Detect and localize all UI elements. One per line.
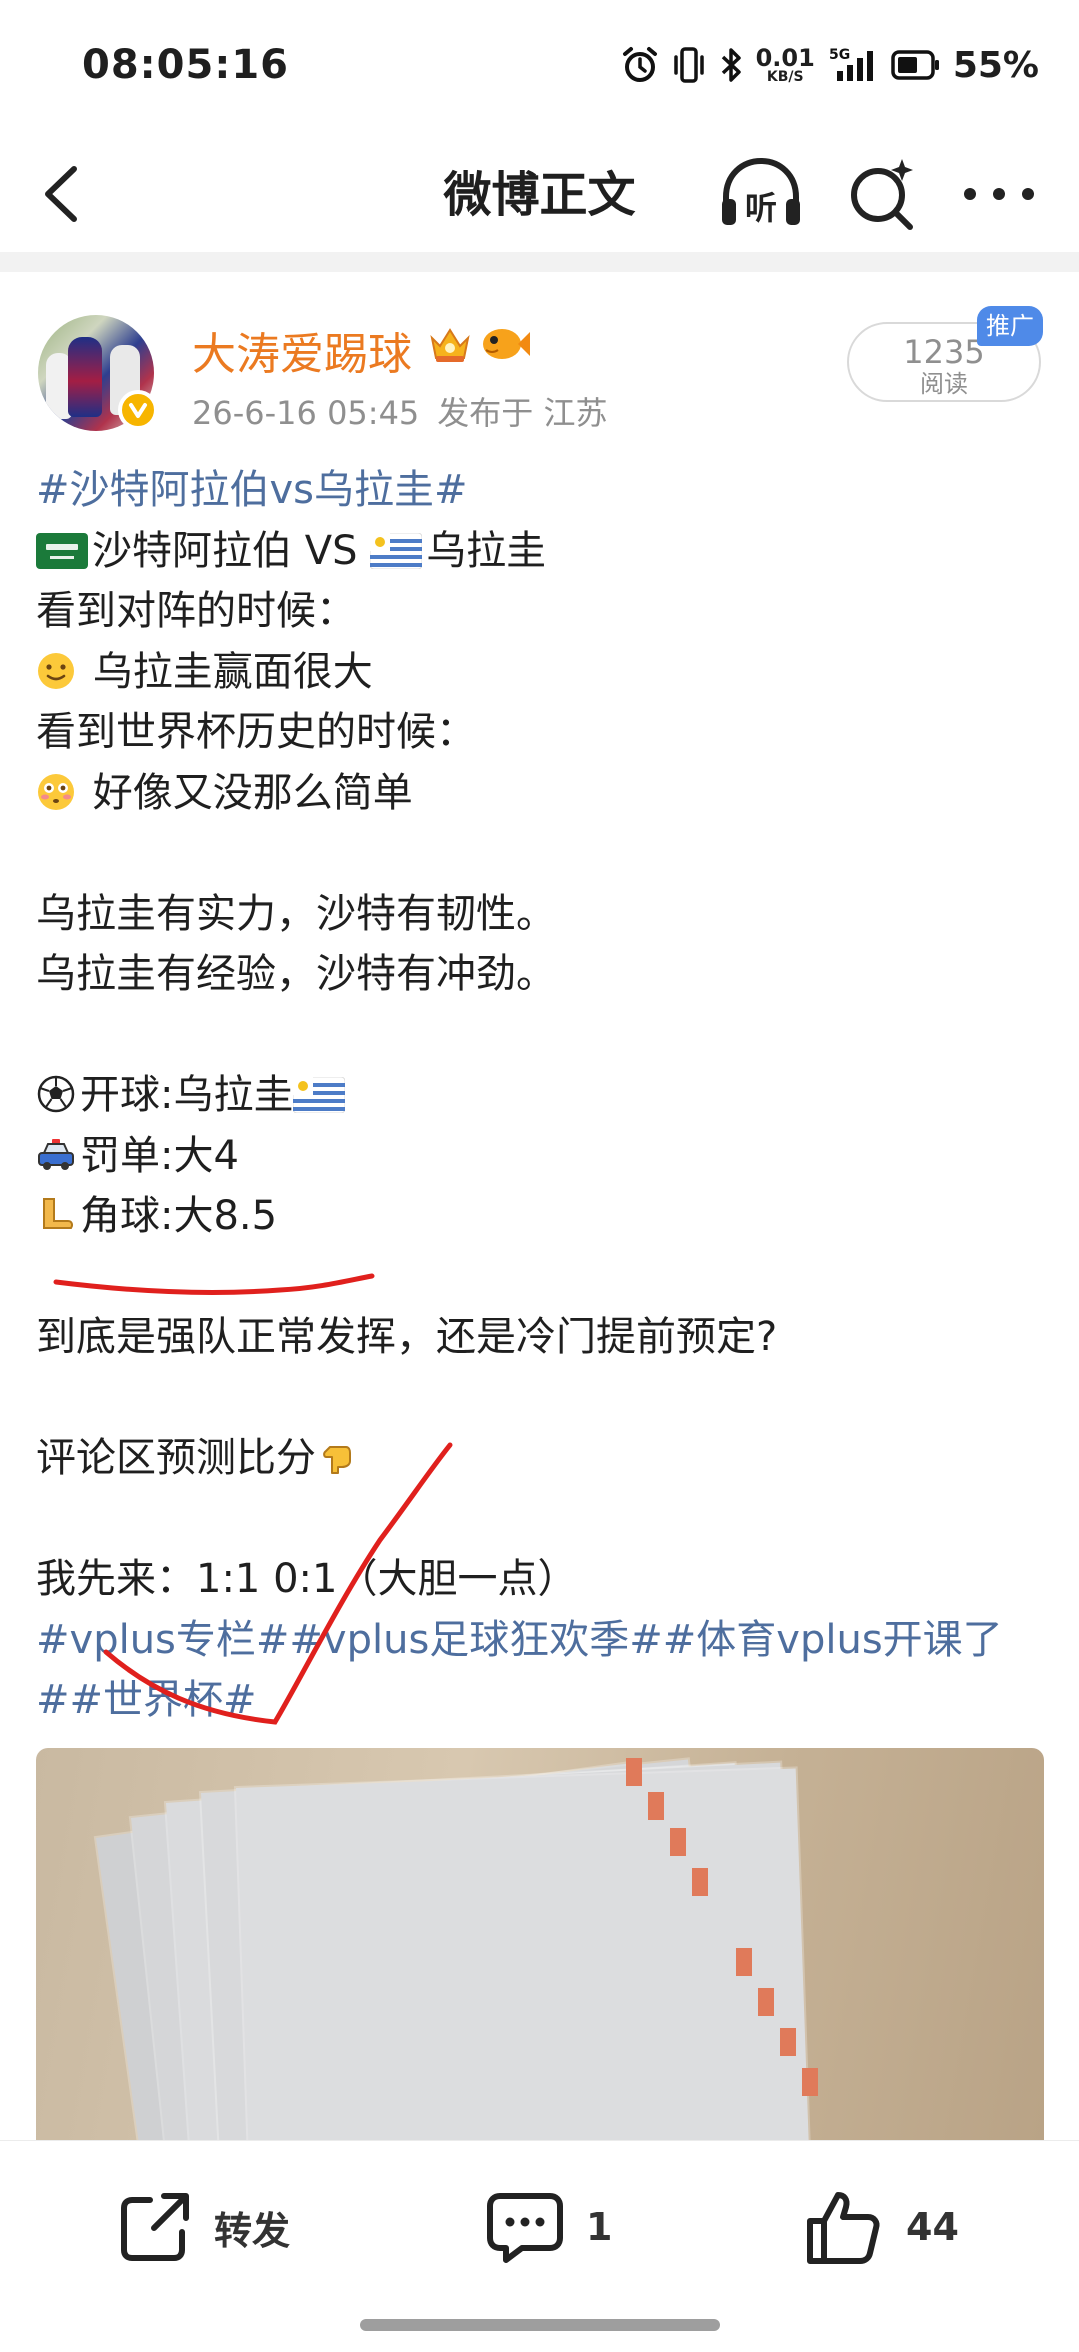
saudi-flag-icon — [36, 532, 88, 569]
listen-label: 听 — [745, 189, 777, 227]
post-time: 26-6-16 05:45 — [192, 394, 420, 432]
more-icon[interactable] — [960, 169, 1038, 219]
police-car-icon — [38, 1138, 74, 1170]
headphones-listen-icon[interactable]: 听 — [716, 153, 806, 233]
my-pick-line: 我先来：1:1 0:1（大胆一点） — [36, 1556, 578, 1602]
history-view: 好像又没那么简单 — [80, 769, 413, 816]
strength-line: 乌拉圭有实力，沙特有韧性。 — [36, 890, 556, 937]
repost-icon — [121, 2193, 189, 2261]
bluetooth-icon — [721, 48, 741, 82]
pointing-down-icon — [323, 1446, 351, 1474]
foot-icon — [43, 1198, 73, 1229]
signal-icon: 5G — [829, 47, 873, 81]
question-line: 到底是强队正常发挥，还是冷门提前预定? — [36, 1314, 778, 1360]
corners-line: 角球:大8.5 — [80, 1193, 278, 1239]
like-button[interactable]: 44 — [804, 2187, 959, 2267]
ticket-edge-marks — [626, 1758, 818, 2096]
matchup-text: 沙特阿拉伯 VS — [92, 527, 371, 574]
experience-line: 乌拉圭有经验，沙特有冲劲。 — [36, 951, 556, 997]
repost-label: 转发 — [214, 2208, 291, 2253]
topic-tags-line2[interactable]: ##世界杯# — [36, 1677, 257, 1723]
post-location: 发布于 江苏 — [437, 394, 608, 432]
like-count: 44 — [906, 2205, 959, 2249]
kickoff-line: 开球:乌拉圭 — [80, 1072, 294, 1118]
search-icon[interactable] — [842, 151, 922, 235]
bottom-action-bar: 转发 1 44 — [0, 2140, 1079, 2352]
comment-icon — [487, 2193, 563, 2263]
vibrate-icon — [673, 47, 704, 83]
read-label: 阅读 — [920, 370, 968, 398]
matchup-line: 沙特阿拉伯 VS 乌拉圭 — [36, 521, 1046, 582]
soccer-ball-icon — [37, 1075, 75, 1113]
net-speed: 0.01 KB/S — [756, 46, 815, 84]
home-indicator[interactable] — [360, 2319, 720, 2331]
lineup-view: 乌拉圭赢面很大 — [80, 648, 373, 695]
verified-icon — [118, 390, 158, 430]
comment-count: 1 — [586, 2205, 613, 2249]
author-name[interactable]: 大涛爱踢球 — [192, 318, 412, 382]
topic-tag[interactable]: #沙特阿拉伯vs乌拉圭# — [36, 467, 468, 513]
net-speed-value: 0.01 — [755, 44, 815, 72]
crown-badge-icon — [430, 328, 470, 362]
nav-bar: 微博正文 听 — [0, 135, 1079, 255]
fish-badge-icon — [483, 329, 530, 359]
weibo-post-page: 08:05:16 0.01 KB/S 5G 55% 微博正文 听 大涛爱踢球 2… — [0, 0, 1079, 2352]
comment-prompt: 评论区预测比分 — [36, 1435, 316, 1481]
post-meta: 26-6-16 05:45 发布于 江苏 — [192, 388, 607, 434]
matchup-team2: 乌拉圭 — [426, 527, 547, 574]
alarm-icon — [622, 47, 657, 82]
comment-button[interactable]: 1 — [486, 2187, 612, 2267]
thumbs-up-icon — [807, 2192, 880, 2264]
uruguay-flag-icon — [370, 532, 423, 569]
status-icons: 0.01 KB/S 5G 55% — [620, 40, 1039, 90]
post-image[interactable] — [36, 1748, 1044, 2140]
net-speed-unit: KB/S — [766, 69, 804, 85]
network-type: 5G — [829, 47, 850, 63]
battery-icon — [891, 50, 939, 80]
slight-smile-icon — [38, 652, 74, 689]
battery-percent: 55% — [952, 44, 1039, 86]
status-bar: 08:05:16 0.01 KB/S 5G 55% — [0, 0, 1079, 135]
repost-button[interactable]: 转发 — [118, 2187, 290, 2267]
flushed-face-icon — [38, 773, 74, 810]
promo-tag[interactable]: 推广 — [977, 306, 1043, 346]
lineup-intro: 看到对阵的时候： — [36, 588, 356, 634]
section-divider — [0, 252, 1079, 272]
cards-line: 罚单:大4 — [80, 1132, 239, 1179]
status-time: 08:05:16 — [82, 42, 289, 88]
uruguay-flag-icon — [293, 1077, 346, 1113]
history-intro: 看到世界杯历史的时候： — [36, 709, 476, 755]
topic-tags-line1[interactable]: #vplus专栏##vplus足球狂欢季##体育vplus开课了 — [36, 1617, 1003, 1663]
post-body: #沙特阿拉伯vs乌拉圭# 沙特阿拉伯 VS 乌拉圭 看到对阵的时候： 乌拉圭赢面… — [36, 460, 1046, 1731]
